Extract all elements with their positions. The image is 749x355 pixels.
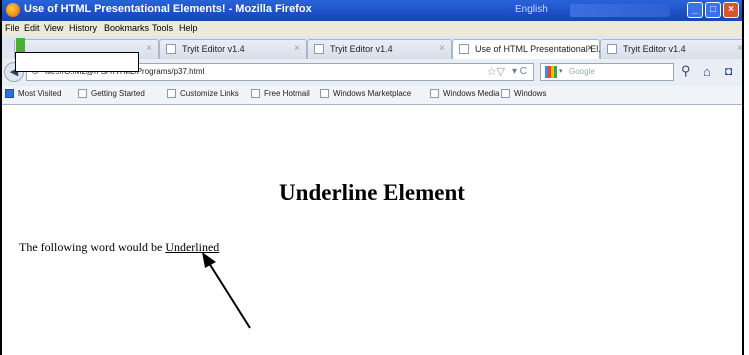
redaction-box <box>15 52 139 72</box>
browser-window: Use of HTML Presentational Elements! - M… <box>0 0 744 355</box>
arrow-head <box>202 252 216 268</box>
tab-favicon-icon <box>16 38 25 52</box>
arrow-shaft <box>208 262 251 329</box>
